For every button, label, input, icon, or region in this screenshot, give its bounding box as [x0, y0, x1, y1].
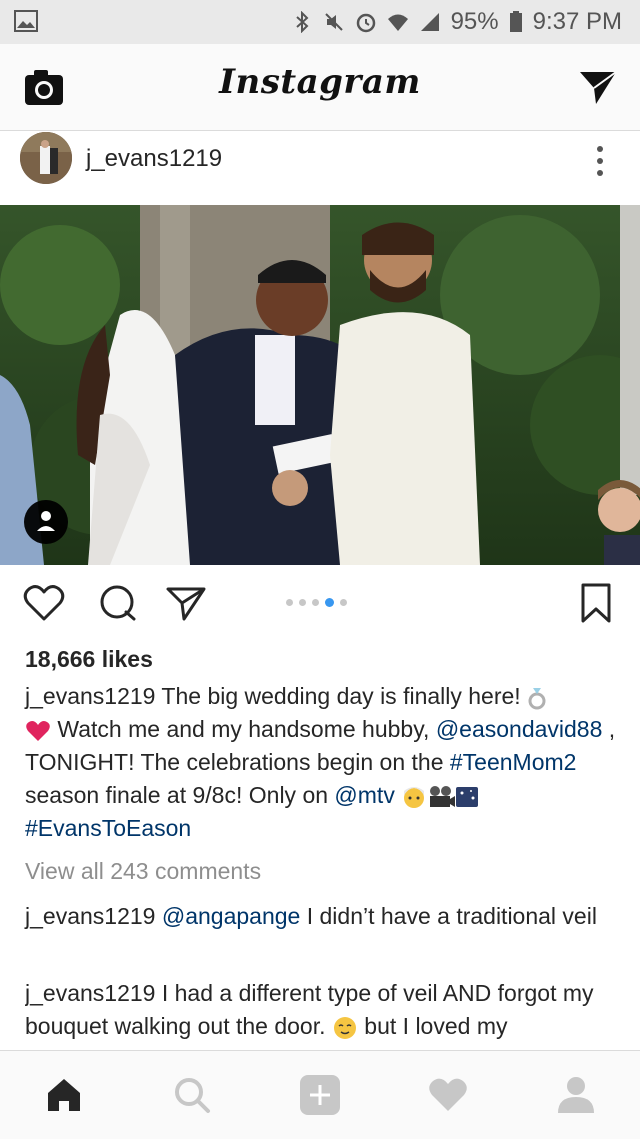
activity-heart-icon[interactable] [426, 1073, 470, 1117]
avatar-image [20, 132, 72, 184]
status-bar: 95% 9:37 PM [0, 0, 640, 44]
comment-icon[interactable] [96, 581, 140, 625]
mention-link[interactable]: @angapange [162, 903, 300, 929]
bookmark-icon[interactable] [574, 581, 618, 625]
film-camera-emoji-icon [430, 785, 456, 807]
ring-emoji-icon [528, 687, 546, 710]
direct-message-icon[interactable] [578, 68, 618, 108]
post-username[interactable]: j_evans1219 [86, 145, 222, 173]
more-options-icon[interactable] [590, 143, 610, 179]
comment-item: j_evans1219 @angapange I didn’t have a t… [25, 900, 620, 933]
post-actions [0, 565, 640, 637]
avatar[interactable] [20, 132, 72, 184]
hashtag-link[interactable]: #EvansToEason [25, 815, 191, 841]
post-caption: j_evans1219 The big wedding day is final… [25, 680, 620, 845]
app-header: Instagram [0, 44, 640, 131]
comment-text: I didn’t have a traditional veil [300, 903, 597, 929]
instagram-logo: Instagram [219, 62, 421, 102]
add-post-icon[interactable] [298, 1073, 342, 1117]
home-icon[interactable] [42, 1073, 86, 1117]
relieved-face-emoji-icon [333, 1016, 356, 1039]
carousel-indicator [286, 598, 347, 607]
carousel-dot [286, 599, 293, 606]
gallery-notification-icon [14, 10, 38, 32]
carousel-dot-active [325, 598, 334, 607]
clock: 9:37 PM [532, 8, 622, 35]
bride-emoji-icon [404, 786, 425, 808]
signal-icon [420, 13, 439, 31]
carousel-dot [340, 599, 347, 606]
caption-text: season finale at 9/8c! Only on [25, 782, 335, 808]
caption-username[interactable]: j_evans1219 [25, 683, 155, 709]
comment-username[interactable]: j_evans1219 [25, 980, 155, 1006]
comment-username[interactable]: j_evans1219 [25, 903, 155, 929]
view-all-comments-link[interactable]: View all 243 comments [25, 858, 261, 885]
comment-item: j_evans1219 I had a different type of ve… [25, 977, 620, 1047]
battery-icon [509, 11, 522, 32]
like-count[interactable]: 18,666 likes [25, 646, 153, 673]
wedding-photo [0, 205, 640, 565]
profile-icon[interactable] [554, 1073, 598, 1117]
caption-text: The big wedding day is finally here! [155, 683, 528, 709]
wifi-icon [387, 14, 408, 31]
carousel-dot [299, 599, 306, 606]
night-sky-emoji-icon [456, 786, 479, 807]
share-icon[interactable] [164, 581, 208, 625]
bottom-navigation [0, 1050, 640, 1139]
mention-link[interactable]: @mtv [334, 782, 394, 808]
mention-link[interactable]: @easondavid88 [436, 716, 603, 742]
alarm-icon [356, 13, 375, 33]
caption-text: Watch me and my handsome hubby, [51, 716, 436, 742]
battery-level: 95% [450, 8, 499, 35]
carousel-dot [312, 599, 319, 606]
red-heart-emoji-icon [26, 720, 50, 741]
bluetooth-icon [295, 11, 309, 33]
comment-text: but I loved my [357, 1013, 508, 1039]
like-heart-icon[interactable] [22, 581, 66, 625]
post-header: j_evans1219 [0, 131, 640, 205]
tagged-people-icon[interactable] [24, 500, 68, 544]
hashtag-link[interactable]: #TeenMom2 [450, 749, 577, 775]
mute-icon [324, 13, 343, 31]
post-photo[interactable] [0, 205, 640, 565]
search-icon[interactable] [170, 1073, 214, 1117]
